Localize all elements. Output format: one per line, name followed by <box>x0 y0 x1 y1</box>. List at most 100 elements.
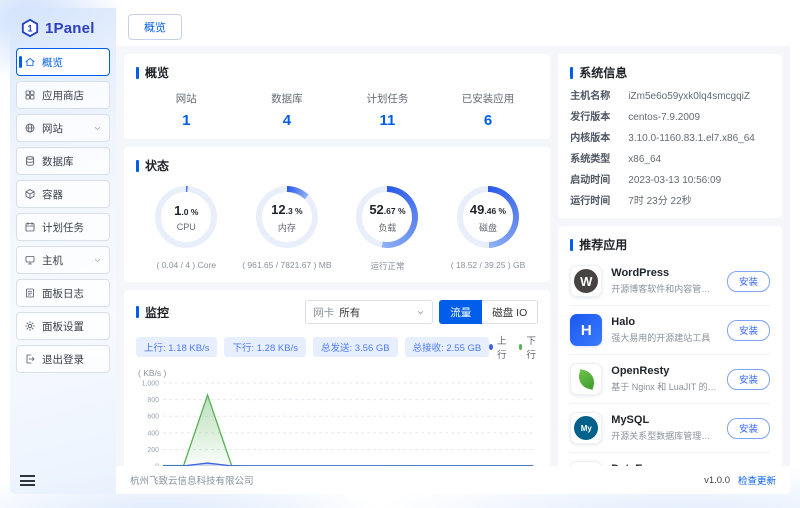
sidebar-item-label: 面板设置 <box>42 319 84 334</box>
traffic-badges: 上行: 1.18 KB/s下行: 1.28 KB/s总发送: 3.56 GB总接… <box>136 337 489 357</box>
monitor-controls: 网卡 所有 流量 磁盘 IO <box>305 300 538 324</box>
sidebar-item-overview[interactable]: 概览 <box>16 48 110 76</box>
legend-dot <box>489 344 493 350</box>
logout-icon <box>24 353 36 365</box>
app-name: Halo <box>611 316 710 328</box>
donut-ring: 52.67 % 负载 <box>356 186 418 248</box>
app-row-halo: H Halo 强大易用的开源建站工具 安装 <box>570 306 770 355</box>
monitor-mode-buttons: 流量 磁盘 IO <box>439 300 538 324</box>
system-info-value: 2023-03-13 10:56:09 <box>628 175 721 187</box>
sidebar-item-cronjob[interactable]: 计划任务 <box>16 213 110 241</box>
system-info-row: 内核版本 3.10.0-1160.83.1.el7.x86_64 <box>570 133 770 145</box>
gauge-label: 磁盘 <box>479 221 497 234</box>
svg-text:200: 200 <box>147 447 159 454</box>
main-column: 概览 网站 1数据库 4计划任务 11已安装应用 6 状态 1.0 % CPU … <box>124 54 550 458</box>
system-info-value: centos-7.9.2009 <box>628 112 700 124</box>
svg-text:800: 800 <box>147 397 159 404</box>
collapse-sidebar-icon[interactable] <box>20 475 35 486</box>
app-description: 开源关系型数据库管理系统 <box>611 429 718 442</box>
chevron-down-icon <box>93 124 102 133</box>
wordpress-icon: W <box>570 265 602 297</box>
store-icon <box>24 89 36 101</box>
sidebar-item-panel-settings[interactable]: 面板设置 <box>16 312 110 340</box>
tab-bar: 概览 <box>116 8 790 46</box>
gauge-caption: ( 0.04 / 4 ) Core <box>157 260 217 270</box>
install-button[interactable]: 安装 <box>727 369 770 390</box>
sidebar-item-label: 网站 <box>42 121 63 136</box>
sidebar-item-label: 退出登录 <box>42 352 84 367</box>
app-description: 基于 Nginx 和 LuaJIT 的高性能 Web 平台 <box>611 380 718 393</box>
gauge-CPU: 1.0 % CPU ( 0.04 / 4 ) Core <box>136 186 237 272</box>
install-button[interactable]: 安装 <box>727 271 770 292</box>
app-name: MySQL <box>611 414 718 426</box>
brand-name: 1Panel <box>45 20 95 37</box>
install-button[interactable]: 安装 <box>727 320 770 341</box>
gauge-label: CPU <box>177 222 196 232</box>
app-row-openresty: OpenResty 基于 Nginx 和 LuaJIT 的高性能 Web 平台 … <box>570 355 770 404</box>
system-info-label: 发行版本 <box>570 112 628 124</box>
sidebar-item-panel-log[interactable]: 面板日志 <box>16 279 110 307</box>
sidebar: 1 1Panel 概览应用商店网站数据库容器计划任务主机面板日志面板设置退出登录 <box>10 8 116 494</box>
traffic-badge: 总发送: 3.56 GB <box>313 337 398 357</box>
sidebar-item-appstore[interactable]: 应用商店 <box>16 81 110 109</box>
system-info-row: 系统类型 x86_64 <box>570 154 770 166</box>
donut-ring: 12.3 % 内存 <box>256 186 318 248</box>
monitor-badge-row: 上行: 1.18 KB/s下行: 1.28 KB/s总发送: 3.56 GB总接… <box>136 333 538 361</box>
globe-icon <box>24 122 36 134</box>
donut-text: 1.0 % CPU <box>155 186 217 248</box>
stat-value[interactable]: 1 <box>136 112 237 129</box>
system-info-row: 运行时间 7时 23分 22秒 <box>570 196 770 208</box>
sidebar-item-logout[interactable]: 退出登录 <box>16 345 110 373</box>
legend-item-下行[interactable]: 下行 <box>519 333 539 361</box>
system-info-value: 3.10.0-1160.83.1.el7.x86_64 <box>628 133 755 145</box>
app-window: 1 1Panel 概览应用商店网站数据库容器计划任务主机面板日志面板设置退出登录… <box>10 8 790 494</box>
legend-item-上行[interactable]: 上行 <box>489 333 509 361</box>
stat-value[interactable]: 11 <box>337 112 438 129</box>
traffic-button[interactable]: 流量 <box>439 300 482 324</box>
network-card-select[interactable]: 网卡 所有 <box>305 300 433 324</box>
app-list: W WordPress 开源博客软件和内容管理系统 安装H Halo 强大易用的… <box>570 257 770 466</box>
system-info-rows: 主机名称 iZm5e6o59yxk0lq4smcgqiZ发行版本 centos-… <box>570 91 770 208</box>
system-info-row: 发行版本 centos-7.9.2009 <box>570 112 770 124</box>
donut-text: 12.3 % 内存 <box>256 186 318 248</box>
halo-icon: H <box>570 314 602 346</box>
recommended-apps-title: 推荐应用 <box>570 236 770 253</box>
disk-io-button[interactable]: 磁盘 IO <box>482 300 538 324</box>
stat-value[interactable]: 6 <box>438 112 539 129</box>
sidebar-item-website[interactable]: 网站 <box>16 114 110 142</box>
check-update-link[interactable]: 检查更新 <box>738 473 776 487</box>
traffic-badge: 上行: 1.18 KB/s <box>136 337 217 357</box>
stat-item: 已安装应用 6 <box>438 91 539 129</box>
system-info-label: 系统类型 <box>570 154 628 166</box>
system-info-label: 启动时间 <box>570 175 628 187</box>
footer-right: v1.0.0 检查更新 <box>704 473 776 487</box>
sidebar-menu: 概览应用商店网站数据库容器计划任务主机面板日志面板设置退出登录 <box>16 48 110 373</box>
sidebar-bottom <box>16 469 110 488</box>
tab-overview[interactable]: 概览 <box>128 14 182 40</box>
stat-label: 计划任务 <box>337 91 438 106</box>
sidebar-item-label: 主机 <box>42 253 63 268</box>
brand-logo[interactable]: 1 1Panel <box>16 16 110 48</box>
gauge-value: 52 <box>369 202 383 217</box>
database-icon <box>24 155 36 167</box>
y-axis-unit: ( KB/s ) <box>138 368 538 378</box>
monitor-card: 监控 网卡 所有 流量 磁盘 IO <box>124 290 550 466</box>
install-button[interactable]: 安装 <box>727 418 770 439</box>
legend-dot <box>519 344 523 350</box>
sidebar-item-database[interactable]: 数据库 <box>16 147 110 175</box>
chevron-down-icon <box>93 256 102 265</box>
stat-value[interactable]: 4 <box>237 112 338 129</box>
sidebar-item-label: 计划任务 <box>42 220 84 235</box>
stat-item: 计划任务 11 <box>337 91 438 129</box>
sidebar-item-label: 概览 <box>42 55 63 70</box>
main-area: 概览 概览 网站 1数据库 4计划任务 11已安装应用 6 状态 <box>116 8 790 494</box>
sidebar-item-container[interactable]: 容器 <box>16 180 110 208</box>
system-info-value: iZm5e6o59yxk0lq4smcgqiZ <box>628 91 750 103</box>
sidebar-item-label: 面板日志 <box>42 286 84 301</box>
sidebar-item-host[interactable]: 主机 <box>16 246 110 274</box>
status-card-title: 状态 <box>136 157 538 174</box>
stat-label: 网站 <box>136 91 237 106</box>
app-row-dataease: DataEase 人人可用的开源数据可视化分析工具 安装 <box>570 453 770 466</box>
system-info-label: 运行时间 <box>570 196 628 208</box>
overview-stats: 网站 1数据库 4计划任务 11已安装应用 6 <box>136 91 538 129</box>
